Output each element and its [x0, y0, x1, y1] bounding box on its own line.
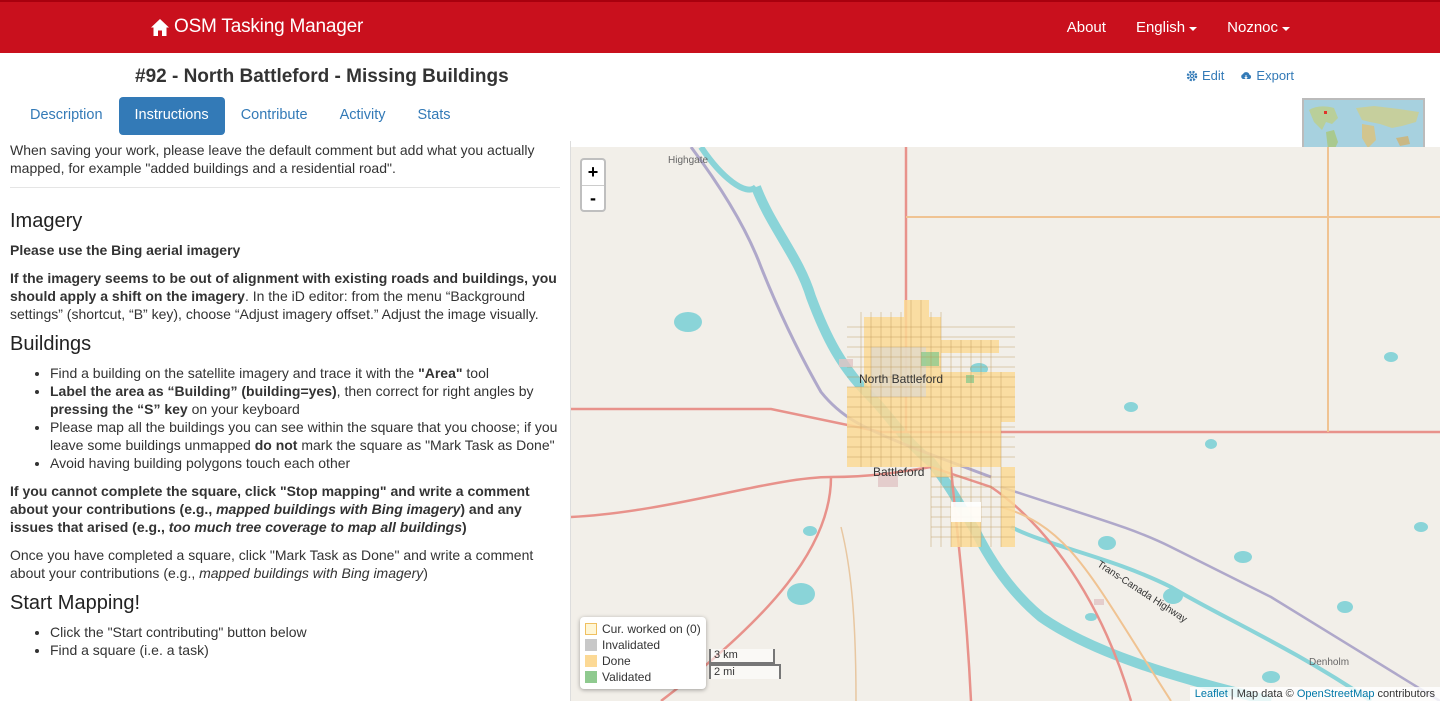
tab-instructions[interactable]: Instructions	[118, 97, 225, 135]
attribution-text: contributors	[1374, 688, 1435, 700]
export-label: Export	[1256, 68, 1294, 83]
legend-item: Invalidated	[585, 637, 701, 653]
map-label-highgate: Highgate	[668, 155, 709, 166]
text-bold: pressing the “S” key	[50, 401, 188, 417]
start-mapping-heading: Start Mapping!	[10, 592, 141, 614]
home-icon	[151, 18, 169, 36]
task-map[interactable]: Highgate North Battleford Battleford Tra…	[571, 147, 1440, 701]
text: )	[462, 519, 467, 535]
text-em: mapped buildings with Bing imagery	[216, 501, 461, 517]
nav-about[interactable]: About	[1067, 19, 1106, 36]
legend-swatch	[585, 655, 597, 667]
legend-item: Cur. worked on (0)	[585, 621, 701, 637]
brand-label: OSM Tasking Manager	[174, 16, 364, 37]
tab-activity[interactable]: Activity	[324, 97, 402, 135]
instructions-panel[interactable]: When saving your work, please leave the …	[0, 141, 571, 701]
legend-item: Validated	[585, 669, 701, 685]
map-label-battleford: Battleford	[873, 465, 925, 479]
map-attribution: Leaflet | Map data © OpenStreetMap contr…	[1189, 687, 1440, 701]
cloud-download-icon	[1241, 71, 1252, 79]
stop-mapping-text: If you cannot complete the square, click…	[10, 482, 560, 536]
tab-description[interactable]: Description	[14, 97, 119, 135]
legend-item: Done	[585, 653, 701, 669]
caret-down-icon	[1189, 26, 1198, 31]
legend-label: Done	[602, 654, 631, 668]
text: tool	[462, 365, 489, 381]
edit-label: Edit	[1202, 68, 1225, 83]
nav-user-label: Noznoc	[1227, 19, 1278, 36]
zoom-in-button[interactable]: +	[582, 160, 604, 185]
list-item: Avoid having building polygons touch eac…	[50, 454, 560, 472]
nav-about-label: About	[1066, 19, 1106, 36]
instructions-intro: When saving your work, please leave the …	[10, 142, 535, 176]
nav-user-dropdown[interactable]: Noznoc	[1227, 19, 1290, 36]
export-button[interactable]: Export	[1240, 68, 1294, 83]
tab-stats[interactable]: Stats	[402, 97, 467, 135]
project-tabs: Description Instructions Contribute Acti…	[14, 97, 467, 135]
navbar: OSM Tasking Manager About English Noznoc	[0, 0, 1440, 53]
map-scale: 3 km 2 mi	[709, 649, 781, 679]
attribution-text: | Map data ©	[1227, 688, 1297, 700]
zoom-control: + -	[580, 158, 606, 212]
buildings-list: Find a building on the satellite imagery…	[50, 364, 560, 472]
map-legend: Cur. worked on (0) Invalidated Done Vali…	[580, 617, 706, 689]
map-label-denholm: Denholm	[1309, 657, 1350, 668]
brand-link[interactable]: OSM Tasking Manager	[150, 16, 363, 38]
text: , then correct for right angles by	[336, 383, 534, 399]
list-item: Find a square (i.e. a task)	[50, 641, 560, 659]
list-item: Click the "Start contributing" button be…	[50, 623, 560, 641]
task-grid[interactable]	[847, 300, 1015, 547]
legend-swatch	[585, 623, 597, 635]
done-text: Once you have completed a square, click …	[10, 546, 560, 582]
text-bold: do not	[254, 437, 298, 453]
list-item: Label the area as “Building” (building=y…	[50, 382, 560, 418]
scale-imperial: 2 mi	[709, 664, 781, 679]
tab-contribute[interactable]: Contribute	[225, 97, 324, 135]
text: )	[423, 565, 428, 581]
list-item: Find a building on the satellite imagery…	[50, 364, 560, 382]
scale-metric: 3 km	[709, 649, 775, 664]
map-label-north-battleford: North Battleford	[859, 372, 944, 386]
legend-swatch	[585, 639, 597, 651]
divider	[10, 187, 560, 188]
leaflet-link[interactable]: Leaflet	[1195, 688, 1228, 700]
start-mapping-list: Click the "Start contributing" button be…	[50, 623, 560, 659]
text: on your keyboard	[187, 401, 300, 417]
gear-icon	[1186, 70, 1198, 81]
text-em: too much tree coverage to map all buildi…	[168, 519, 463, 535]
imagery-text-2: If the imagery seems to be out of alignm…	[10, 269, 560, 323]
imagery-text-1: Please use the Bing aerial imagery	[10, 242, 241, 258]
imagery-heading: Imagery	[10, 210, 83, 232]
list-item: Please map all the buildings you can see…	[50, 418, 560, 454]
edit-button[interactable]: Edit	[1186, 68, 1224, 83]
text-bold: Label the area as “Building” (building=y…	[50, 383, 337, 399]
legend-label: Invalidated	[602, 638, 661, 652]
text: mark the square as "Mark Task as Done"	[297, 437, 555, 453]
legend-label: Validated	[602, 670, 652, 684]
osm-link[interactable]: OpenStreetMap	[1297, 688, 1375, 700]
caret-down-icon	[1282, 26, 1290, 31]
text: Find a building on the satellite imagery…	[50, 365, 419, 381]
text-bold: "Area"	[418, 365, 463, 381]
legend-label: Cur. worked on (0)	[602, 622, 701, 636]
zoom-out-button[interactable]: -	[582, 185, 604, 210]
page-title: #92 - North Battleford - Missing Buildin…	[135, 66, 509, 87]
legend-swatch	[585, 671, 597, 683]
nav-language-label: English	[1135, 19, 1186, 36]
text-em: mapped buildings with Bing imagery	[199, 565, 424, 581]
nav-language-dropdown[interactable]: English	[1135, 19, 1198, 36]
buildings-heading: Buildings	[10, 333, 92, 355]
